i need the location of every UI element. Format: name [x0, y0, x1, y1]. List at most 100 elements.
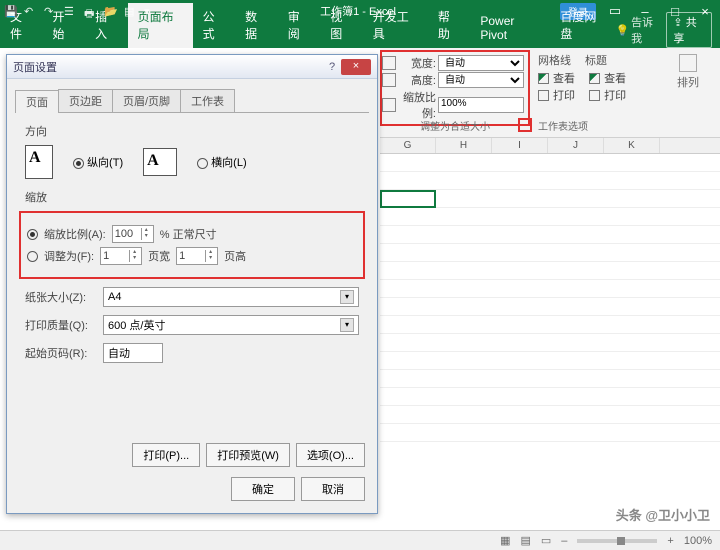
- sheet-options-group: 网格线标题 查看 查看 打印 打印: [538, 52, 658, 104]
- ribbon-panel: 宽度:自动 高度:自动 缩放比例:100% 调整为合适大小 网格线标题 查看 查…: [380, 48, 720, 138]
- tab-formulas[interactable]: 公式: [193, 3, 236, 48]
- new-icon[interactable]: ▤: [124, 5, 136, 17]
- zoom-out-icon[interactable]: –: [561, 535, 567, 547]
- save-icon[interactable]: 💾: [4, 5, 16, 17]
- view-layout-icon[interactable]: ▤: [520, 534, 530, 547]
- tab-baidu[interactable]: 百度网盘: [550, 3, 615, 48]
- dialog-title: 页面设置: [13, 59, 323, 75]
- col-header[interactable]: I: [492, 138, 548, 153]
- tab-review[interactable]: 审阅: [278, 3, 321, 48]
- gridlines-header: 网格线: [538, 52, 571, 68]
- page-setup-dialog: 页面设置 ? × 页面 页边距 页眉/页脚 工作表 方向 A 纵向(T) A 横…: [6, 54, 378, 514]
- paper-size-field: 纸张大小(Z): A4▾: [25, 287, 359, 307]
- tab-powerpivot[interactable]: Power Pivot: [470, 9, 550, 48]
- close-icon[interactable]: ×: [341, 59, 371, 75]
- scale-group-name: 调整为合适大小: [380, 118, 530, 133]
- paper-size-select[interactable]: A4▾: [103, 287, 359, 307]
- headings-header: 标题: [585, 52, 607, 68]
- print-quality-field: 打印质量(Q): 600 点/英寸▾: [25, 315, 359, 335]
- zoom-slider[interactable]: [577, 539, 657, 543]
- col-header[interactable]: J: [548, 138, 604, 153]
- scale-spinner[interactable]: 100%: [438, 97, 524, 113]
- redo-icon[interactable]: ↷: [44, 5, 56, 17]
- view-break-icon[interactable]: ▭: [541, 534, 551, 547]
- sheet-options-group-name: 工作表选项: [538, 118, 588, 133]
- scale-label: 缩放比例:: [398, 89, 436, 121]
- help-icon[interactable]: ?: [323, 61, 341, 73]
- width-select[interactable]: 自动: [438, 55, 524, 71]
- height-icon: [382, 73, 396, 87]
- options-button[interactable]: 选项(O)...: [296, 443, 365, 467]
- tab-data[interactable]: 数据: [235, 3, 278, 48]
- width-label: 宽度:: [398, 55, 436, 71]
- col-header[interactable]: G: [380, 138, 436, 153]
- tab-sheet[interactable]: 工作表: [180, 89, 235, 112]
- column-headers: G H I J K: [380, 138, 720, 154]
- scale-icon: [382, 98, 396, 112]
- col-header[interactable]: H: [436, 138, 492, 153]
- tab-view[interactable]: 视图: [320, 3, 363, 48]
- fit-height-input[interactable]: 1▴▾: [176, 247, 218, 265]
- worksheet-grid[interactable]: G H I J K: [380, 138, 720, 520]
- tab-help[interactable]: 帮助: [428, 3, 471, 48]
- touch-icon[interactable]: ☰: [64, 5, 76, 17]
- gridlines-view-checkbox[interactable]: [538, 73, 549, 84]
- cancel-button[interactable]: 取消: [301, 477, 365, 501]
- arrange-group[interactable]: 排列: [668, 54, 708, 90]
- tab-page-layout[interactable]: 页面布局: [128, 3, 193, 48]
- tell-me[interactable]: 💡告诉我: [615, 14, 660, 46]
- scale-to-fit-group: 宽度:自动 高度:自动 缩放比例:100%: [380, 50, 530, 126]
- landscape-radio[interactable]: [197, 158, 208, 169]
- fit-label: 调整为(F):: [44, 248, 94, 264]
- height-label: 高度:: [398, 72, 436, 88]
- chevron-down-icon: ▾: [340, 318, 354, 332]
- dialog-tabs: 页面 页边距 页眉/页脚 工作表: [15, 89, 369, 113]
- chevron-down-icon: ▾: [340, 290, 354, 304]
- preview-button[interactable]: 打印预览(W): [206, 443, 290, 467]
- ok-button[interactable]: 确定: [231, 477, 295, 501]
- first-page-input[interactable]: [103, 343, 163, 363]
- portrait-radio[interactable]: [73, 158, 84, 169]
- col-header[interactable]: K: [604, 138, 660, 153]
- zoom-title: 缩放: [25, 189, 359, 205]
- width-icon: [382, 56, 396, 70]
- print-icon[interactable]: 🖶: [84, 5, 96, 17]
- orientation-title: 方向: [25, 123, 359, 139]
- action-buttons: 打印(P)... 打印预览(W) 选项(O)...: [19, 443, 365, 467]
- more-icon[interactable]: ▾: [144, 5, 156, 17]
- zoom-value[interactable]: 100%: [684, 535, 712, 547]
- scale-input[interactable]: 100▴▾: [112, 225, 154, 243]
- print-button[interactable]: 打印(P)...: [132, 443, 200, 467]
- orientation-section: 方向 A 纵向(T) A 横向(L): [25, 123, 359, 179]
- tab-page[interactable]: 页面: [15, 90, 59, 113]
- landscape-icon: A: [143, 148, 177, 176]
- view-normal-icon[interactable]: ▦: [500, 534, 510, 547]
- gridlines-print-checkbox[interactable]: [538, 90, 549, 101]
- zoom-in-icon[interactable]: +: [667, 535, 673, 547]
- zoom-section: 缩放比例(A): 100▴▾ % 正常尺寸 调整为(F): 1▴▾ 页宽 1▴▾…: [19, 211, 365, 279]
- arrange-icon: [679, 54, 697, 72]
- scale-label: 缩放比例(A):: [44, 226, 106, 242]
- tab-developer[interactable]: 开发工具: [363, 3, 428, 48]
- dialog-titlebar[interactable]: 页面设置 ? ×: [7, 55, 377, 79]
- tab-header-footer[interactable]: 页眉/页脚: [112, 89, 181, 112]
- fit-to-radio[interactable]: [27, 251, 38, 262]
- height-select[interactable]: 自动: [438, 72, 524, 88]
- headings-print-checkbox[interactable]: [589, 90, 600, 101]
- cell-area[interactable]: [380, 154, 720, 454]
- dialog-launcher-icon[interactable]: [518, 118, 532, 132]
- watermark: 头条 @卫小小卫: [616, 505, 710, 524]
- first-page-field: 起始页码(R):: [25, 343, 359, 363]
- bulb-icon: 💡: [615, 24, 629, 37]
- tab-margins[interactable]: 页边距: [58, 89, 113, 112]
- print-quality-select[interactable]: 600 点/英寸▾: [103, 315, 359, 335]
- scale-radio[interactable]: [27, 229, 38, 240]
- dialog-buttons: 确定 取消: [19, 477, 365, 501]
- headings-view-checkbox[interactable]: [589, 73, 600, 84]
- active-cell[interactable]: [380, 190, 436, 208]
- ribbon-tabs: 文件 开始 插入 页面布局 公式 数据 审阅 视图 开发工具 帮助 Power …: [0, 22, 720, 48]
- undo-icon[interactable]: ↶: [24, 5, 36, 17]
- open-icon[interactable]: 📂: [104, 5, 116, 17]
- share-button[interactable]: ⇪ 共享: [666, 12, 712, 48]
- fit-width-input[interactable]: 1▴▾: [100, 247, 142, 265]
